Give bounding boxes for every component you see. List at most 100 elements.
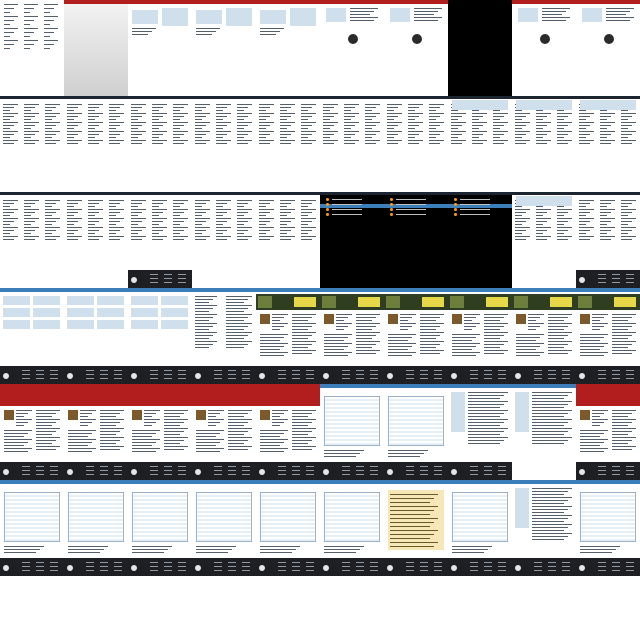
text-line [557,122,572,123]
screenshot-thumbnail[interactable] [192,480,256,576]
screenshot-thumbnail[interactable] [128,288,192,384]
text-line [4,448,32,449]
text-line [36,440,56,441]
footer-link [22,570,30,571]
text-line [484,326,504,327]
screenshot-thumbnail[interactable] [448,96,512,192]
text-line [612,413,632,414]
screenshot-thumbnail[interactable] [384,384,448,480]
screenshot-thumbnail[interactable] [192,0,256,96]
screenshot-thumbnail[interactable] [128,384,192,480]
screenshot-thumbnail[interactable] [256,384,320,480]
content-panel [161,296,188,305]
text-line [468,395,504,396]
screenshot-thumbnail[interactable] [128,192,192,288]
header-bar [448,480,512,484]
screenshot-thumbnail[interactable] [576,288,640,384]
screenshot-thumbnail[interactable] [576,96,640,192]
screenshot-thumbnail[interactable] [0,96,64,192]
screenshot-thumbnail[interactable] [256,96,320,192]
text-line [24,239,35,240]
screenshot-thumbnail[interactable] [0,0,64,96]
text-line [68,439,96,440]
text-line [260,430,288,431]
screenshot-thumbnail[interactable] [512,288,576,384]
screenshot-thumbnail[interactable] [128,96,192,192]
screenshot-thumbnail[interactable] [320,0,384,96]
screenshot-thumbnail[interactable] [576,192,640,288]
text-line [536,221,547,222]
screenshot-thumbnail[interactable] [192,288,256,384]
screenshot-thumbnail[interactable] [192,384,256,480]
screenshot-thumbnail[interactable] [576,384,640,480]
screenshot-thumbnail[interactable] [320,384,384,480]
screenshot-thumbnail[interactable] [64,288,128,384]
footer-link [434,466,442,467]
text-line [109,119,116,120]
screenshot-thumbnail[interactable] [0,480,64,576]
screenshot-thumbnail[interactable] [384,480,448,576]
nav-bar [448,192,512,195]
screenshot-thumbnail[interactable] [128,480,192,576]
screenshot-thumbnail[interactable] [64,480,128,576]
footer-link [36,470,44,471]
text-line [67,134,78,135]
screenshot-thumbnail[interactable] [64,96,128,192]
text-line [131,227,146,228]
text-line [4,16,18,17]
screenshot-thumbnail[interactable] [448,0,512,96]
screenshot-thumbnail[interactable] [192,96,256,192]
screenshot-thumbnail[interactable] [384,96,448,192]
text-line [592,320,600,321]
text-line [216,236,231,237]
nav-bar [128,192,192,195]
screenshot-thumbnail[interactable] [448,384,512,480]
footer-link [420,374,428,375]
sidebar-panel [451,392,465,432]
footer-link [214,374,222,375]
screenshot-thumbnail[interactable] [448,480,512,576]
screenshot-thumbnail[interactable] [256,480,320,576]
screenshot-thumbnail[interactable] [128,0,192,96]
screenshot-thumbnail[interactable] [0,288,64,384]
screenshot-thumbnail[interactable] [512,384,576,480]
screenshot-thumbnail[interactable] [64,384,128,480]
screenshot-thumbnail[interactable] [256,0,320,96]
screenshot-thumbnail[interactable] [0,192,64,288]
screenshot-thumbnail[interactable] [384,288,448,384]
screenshot-thumbnail[interactable] [256,192,320,288]
screenshot-thumbnail[interactable] [448,288,512,384]
screenshot-thumbnail[interactable] [448,192,512,288]
screenshot-thumbnail[interactable] [320,192,384,288]
screenshot-thumbnail[interactable] [384,192,448,288]
text-line [408,125,419,126]
screenshot-thumbnail[interactable] [576,480,640,576]
screenshot-thumbnail[interactable] [256,288,320,384]
screenshot-thumbnail[interactable] [512,0,576,96]
text-line [24,218,39,219]
hero-headline [550,297,572,307]
article-thumbnail [260,314,270,324]
screenshot-thumbnail[interactable] [512,96,576,192]
text-line [515,206,522,207]
footer-link [598,278,606,279]
data-table [196,492,252,542]
screenshot-thumbnail[interactable] [64,192,128,288]
text-line [88,119,95,120]
text-line [468,392,508,393]
screenshot-thumbnail[interactable] [64,0,128,96]
screenshot-thumbnail[interactable] [512,480,576,576]
text-line [4,24,10,25]
screenshot-thumbnail[interactable] [576,0,640,96]
text-line [132,549,168,550]
text-line [216,203,227,204]
screenshot-thumbnail[interactable] [320,96,384,192]
text-line [388,450,428,451]
screenshot-thumbnail[interactable] [512,192,576,288]
screenshot-thumbnail[interactable] [320,288,384,384]
screenshot-thumbnail[interactable] [384,0,448,96]
screenshot-thumbnail[interactable] [320,480,384,576]
screenshot-thumbnail[interactable] [0,384,64,480]
page-footer [576,366,640,384]
screenshot-thumbnail[interactable] [192,192,256,288]
